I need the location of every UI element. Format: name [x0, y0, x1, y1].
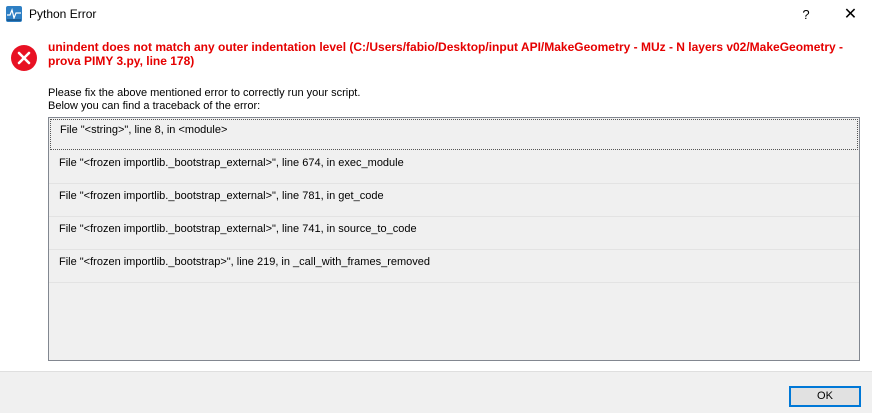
- title-bar[interactable]: Python Error ? ✕: [0, 0, 872, 30]
- ok-button[interactable]: OK: [789, 386, 861, 407]
- dialog-content: unindent does not match any outer indent…: [0, 30, 872, 371]
- info-text: Please fix the above mentioned error to …: [48, 87, 360, 113]
- python-error-dialog: Python Error ? ✕ unindent does not match…: [0, 0, 872, 413]
- close-button[interactable]: ✕: [829, 0, 872, 30]
- traceback-item[interactable]: File "<string>", line 8, in <module>: [50, 119, 858, 150]
- error-icon: [10, 44, 38, 72]
- info-line-1: Please fix the above mentioned error to …: [48, 87, 361, 99]
- traceback-item[interactable]: File "<frozen importlib._bootstrap_exter…: [49, 184, 859, 217]
- stko-app-icon: [6, 6, 22, 22]
- traceback-item[interactable]: File "<frozen importlib._bootstrap>", li…: [49, 250, 859, 283]
- info-line-2: Below you can find a traceback of the er…: [48, 100, 261, 112]
- traceback-item[interactable]: File "<frozen importlib._bootstrap_exter…: [49, 151, 859, 184]
- button-bar: OK: [0, 371, 872, 413]
- traceback-item[interactable]: File "<frozen importlib._bootstrap_exter…: [49, 217, 859, 250]
- traceback-list[interactable]: File "<string>", line 8, in <module> Fil…: [48, 117, 860, 361]
- window-title: Python Error: [29, 7, 97, 21]
- error-message: unindent does not match any outer indent…: [48, 40, 844, 68]
- help-button[interactable]: ?: [788, 0, 824, 30]
